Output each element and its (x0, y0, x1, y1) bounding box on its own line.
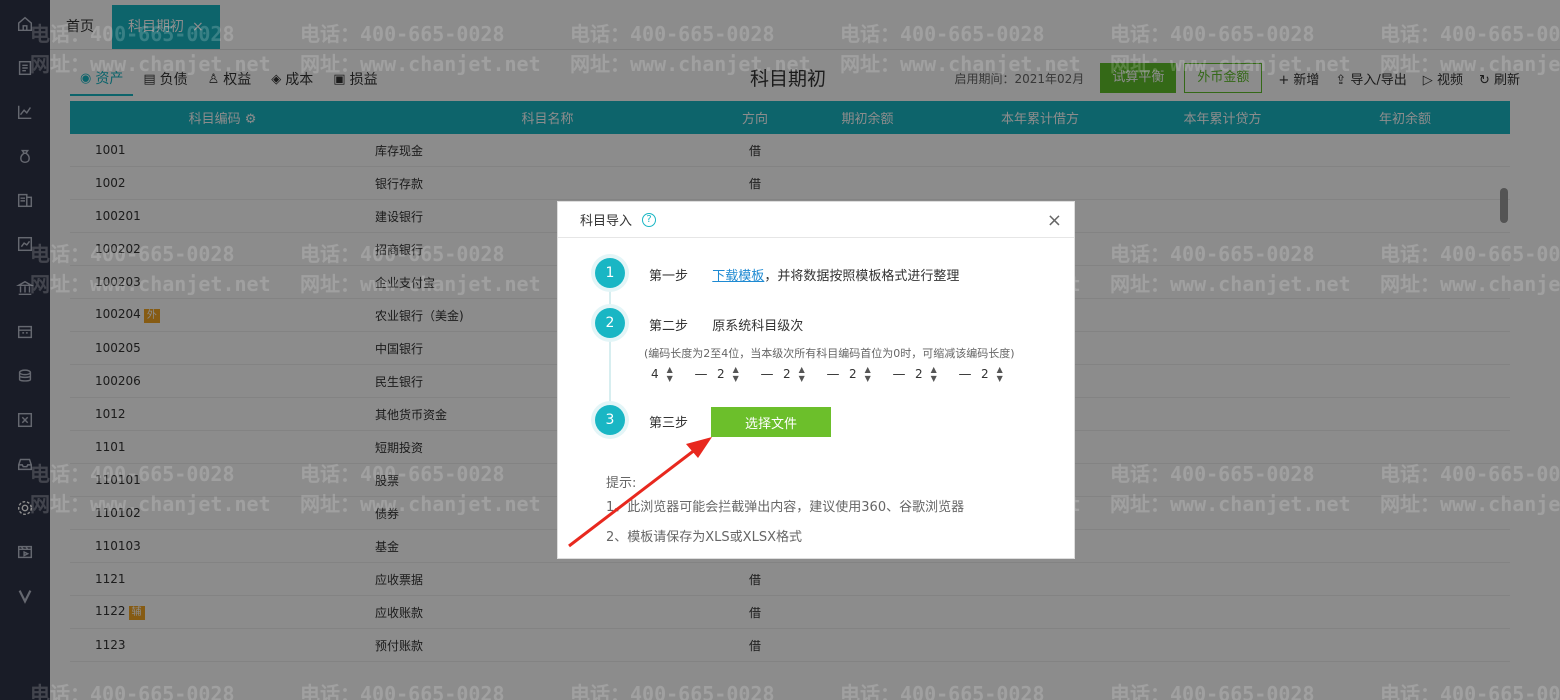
close-icon[interactable]: × (1047, 210, 1062, 231)
level-stepper[interactable]: 2 ▲ ▼ (717, 362, 751, 386)
tip-browser: 1、此浏览器可能会拦截弹出内容，建议使用360、谷歌浏览器 (606, 500, 965, 515)
step-1: 第一步 下载模板，并将数据按照模板格式进行整理 (649, 265, 959, 284)
stepper-arrows[interactable]: ▲ ▼ (997, 365, 1003, 383)
level-stepper[interactable]: 2 ▲ ▼ (915, 362, 949, 386)
coding-length-note: (编码长度为2至4位，当本级次所有科目编码首位为0时，可缩减该编码长度) (644, 347, 1015, 360)
level-stepper[interactable]: 2 ▲ ▼ (981, 362, 1015, 386)
stepper-arrows[interactable]: ▲ ▼ (733, 365, 739, 383)
decrement-arrow-icon[interactable]: ▼ (667, 374, 673, 383)
level-stepper[interactable]: 2 ▲ ▼ (783, 362, 817, 386)
stepper-arrows[interactable]: ▲ ▼ (931, 365, 937, 383)
decrement-arrow-icon[interactable]: ▼ (865, 374, 871, 383)
decrement-arrow-icon[interactable]: ▼ (997, 374, 1003, 383)
download-template-link[interactable]: 下载模板 (712, 269, 764, 284)
step-2: 第二步 原系统科目级次 (649, 315, 803, 334)
level-stepper[interactable]: 2 ▲ ▼ (849, 362, 883, 386)
increment-arrow-icon[interactable]: ▲ (997, 365, 1003, 374)
step-connector (609, 338, 611, 405)
level-value: 4 (651, 367, 659, 381)
decrement-arrow-icon[interactable]: ▼ (733, 374, 739, 383)
level-steppers: 4 ▲ ▼ —2 ▲ ▼ —2 ▲ ▼ —2 ▲ ▼ —2 ▲ ▼ —2 ▲ ▼ (651, 362, 1015, 386)
decrement-arrow-icon[interactable]: ▼ (931, 374, 937, 383)
level-separator: — (892, 366, 906, 382)
level-value: 2 (981, 367, 989, 381)
dialog-title: 科目导入 (580, 214, 633, 229)
increment-arrow-icon[interactable]: ▲ (667, 365, 673, 374)
tip-format: 2、模板请保存为XLS或XLSX格式 (606, 530, 802, 545)
step-1-text: ，并将数据按照模板格式进行整理 (764, 269, 960, 284)
level-separator: — (958, 366, 972, 382)
tips-title: 提示: (606, 476, 637, 491)
level-separator: — (826, 366, 840, 382)
step-3-badge: 3 (595, 405, 625, 435)
step-2-text: 原系统科目级次 (712, 319, 804, 334)
level-value: 2 (717, 367, 725, 381)
decrement-arrow-icon[interactable]: ▼ (799, 374, 805, 383)
select-file-button[interactable]: 选择文件 (711, 407, 831, 437)
level-separator: — (694, 366, 708, 382)
stepper-arrows[interactable]: ▲ ▼ (865, 365, 871, 383)
increment-arrow-icon[interactable]: ▲ (799, 365, 805, 374)
increment-arrow-icon[interactable]: ▲ (865, 365, 871, 374)
increment-arrow-icon[interactable]: ▲ (931, 365, 937, 374)
level-value: 2 (849, 367, 857, 381)
level-separator: — (760, 366, 774, 382)
level-value: 2 (783, 367, 791, 381)
stepper-arrows[interactable]: ▲ ▼ (799, 365, 805, 383)
import-dialog: 科目导入 ? × 1 第一步 下载模板，并将数据按照模板格式进行整理 2 第二步… (557, 201, 1075, 559)
dialog-header: 科目导入 ? (558, 202, 1074, 238)
stepper-arrows[interactable]: ▲ ▼ (667, 365, 673, 383)
help-icon[interactable]: ? (642, 212, 657, 227)
step-connector (609, 288, 611, 310)
step-3-label: 第三步 (649, 416, 689, 431)
step-1-badge: 1 (595, 258, 625, 288)
increment-arrow-icon[interactable]: ▲ (733, 365, 739, 374)
step-1-label: 第一步 (649, 269, 689, 284)
step-2-badge: 2 (595, 308, 625, 338)
level-value: 2 (915, 367, 923, 381)
step-2-label: 第二步 (649, 319, 689, 334)
level-stepper[interactable]: 4 ▲ ▼ (651, 362, 685, 386)
